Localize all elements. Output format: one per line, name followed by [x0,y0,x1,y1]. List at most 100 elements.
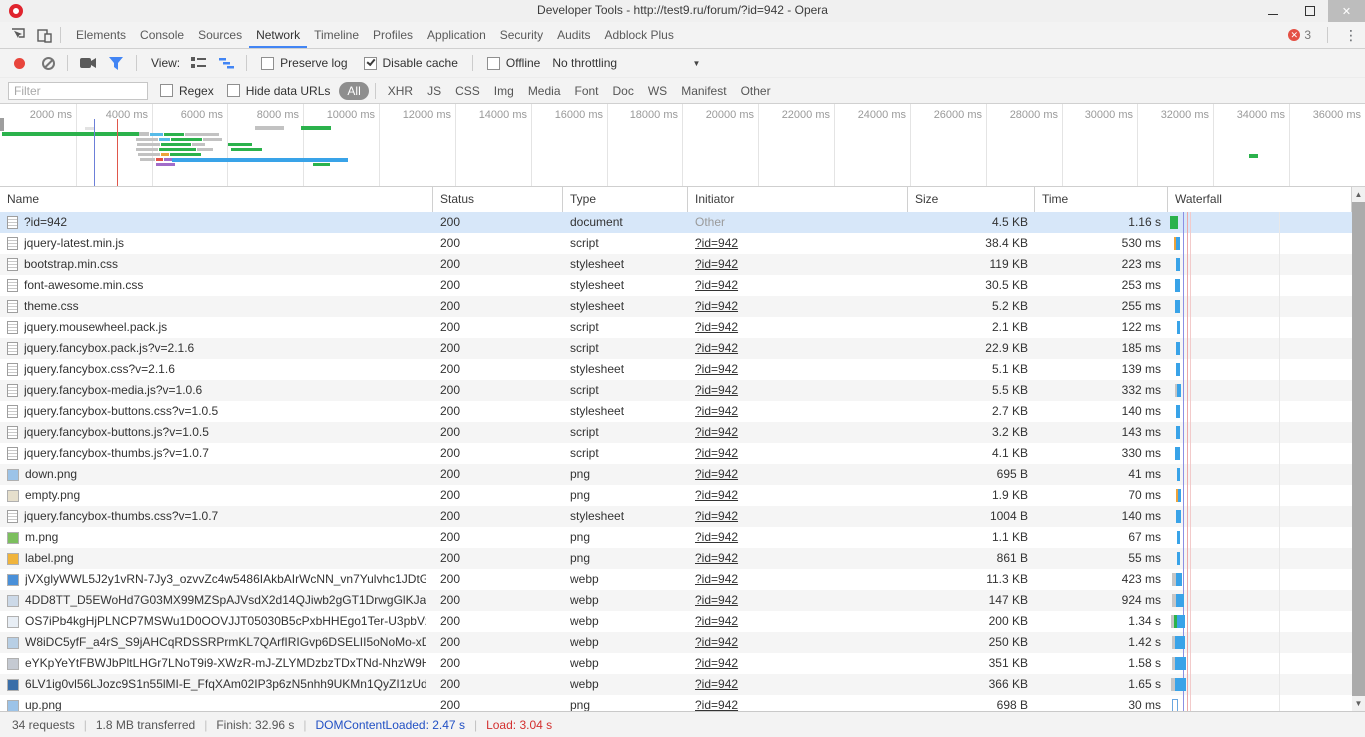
vertical-scrollbar[interactable]: ▲ ▼ [1352,187,1365,711]
filter-type-css[interactable]: CSS [448,84,487,98]
filter-funnel-icon[interactable] [108,55,124,71]
table-row[interactable]: jquery.fancybox-buttons.css?v=1.0.5200st… [0,401,1365,422]
view-list-icon[interactable] [190,55,206,71]
table-row[interactable]: eYKpYeYtFBWJbPltLHGr7LNoT9i9-XWzR-mJ-ZLY… [0,653,1365,674]
preserve-log-checkbox[interactable]: Preserve log [261,56,347,70]
initiator-link[interactable]: ?id=942 [695,446,738,460]
tab-sources[interactable]: Sources [191,22,249,48]
table-row[interactable]: jquery.fancybox-thumbs.js?v=1.0.7200scri… [0,443,1365,464]
initiator-link[interactable]: ?id=942 [695,278,738,292]
table-row[interactable]: jquery.mousewheel.pack.js200script?id=94… [0,317,1365,338]
initiator-link[interactable]: ?id=942 [695,236,738,250]
column-header-size[interactable]: Size [908,187,1035,212]
filter-type-other[interactable]: Other [734,84,778,98]
table-row[interactable]: m.png200png?id=9421.1 KB67 ms [0,527,1365,548]
screenshot-camera-icon[interactable] [80,55,96,71]
filter-type-font[interactable]: Font [568,84,606,98]
table-row[interactable]: jVXglyWWL5J2y1vRN-7Jy3_ozvvZc4w5486IAkbA… [0,569,1365,590]
filter-type-media[interactable]: Media [521,84,568,98]
tab-profiles[interactable]: Profiles [366,22,420,48]
close-button[interactable]: ✕ [1328,0,1365,22]
initiator-link[interactable]: ?id=942 [695,362,738,376]
filter-type-manifest[interactable]: Manifest [674,84,733,98]
initiator-link[interactable]: ?id=942 [695,530,738,544]
column-header-waterfall[interactable]: Waterfall [1168,187,1352,212]
tab-elements[interactable]: Elements [69,22,133,48]
scroll-up-icon[interactable]: ▲ [1352,187,1365,202]
tab-timeline[interactable]: Timeline [307,22,366,48]
table-row[interactable]: jquery-latest.min.js200script?id=94238.4… [0,233,1365,254]
error-badge-icon[interactable]: ✕ [1288,29,1300,41]
offline-checkbox[interactable]: Offline [487,56,540,70]
initiator-link[interactable]: ?id=942 [695,425,738,439]
initiator-link[interactable]: ?id=942 [695,572,738,586]
tab-security[interactable]: Security [493,22,550,48]
table-row[interactable]: font-awesome.min.css200stylesheet?id=942… [0,275,1365,296]
table-row[interactable]: jquery.fancybox-media.js?v=1.0.6200scrip… [0,380,1365,401]
menu-kebab-icon[interactable]: ⋮ [1344,27,1357,44]
column-header-time[interactable]: Time [1035,187,1168,212]
filter-input[interactable] [8,82,148,100]
minimize-button[interactable] [1254,0,1291,22]
table-row[interactable]: 4DD8TT_D5EWoHd7G03MX99MZSpAJVsdX2d14QJiw… [0,590,1365,611]
tab-audits[interactable]: Audits [550,22,597,48]
initiator-link[interactable]: ?id=942 [695,551,738,565]
table-row[interactable]: label.png200png?id=942861 B55 ms [0,548,1365,569]
tab-network[interactable]: Network [249,22,307,48]
initiator-link[interactable]: ?id=942 [695,299,738,313]
network-overview-timeline[interactable]: 2000 ms4000 ms6000 ms8000 ms10000 ms1200… [0,104,1365,187]
filter-type-xhr[interactable]: XHR [381,84,420,98]
table-row[interactable]: bootstrap.min.css200stylesheet?id=942119… [0,254,1365,275]
table-row[interactable]: down.png200png?id=942695 B41 ms [0,464,1365,485]
table-row[interactable]: W8iDC5yfF_a4rS_S9jAHCqRDSSRPrmKL7QArfIRI… [0,632,1365,653]
table-row[interactable]: empty.png200png?id=9421.9 KB70 ms [0,485,1365,506]
initiator-link[interactable]: ?id=942 [695,341,738,355]
record-button[interactable] [14,58,25,69]
filter-type-img[interactable]: Img [487,84,521,98]
initiator-link[interactable]: ?id=942 [695,656,738,670]
inspect-element-icon[interactable] [10,27,26,43]
tab-application[interactable]: Application [420,22,493,48]
table-row[interactable]: OS7iPb4kgHjPLNCP7MSWu1D0OOVJJT05030B5cPx… [0,611,1365,632]
table-row[interactable]: theme.css200stylesheet?id=9425.2 KB255 m… [0,296,1365,317]
initiator-link[interactable]: ?id=942 [695,488,738,502]
initiator-link[interactable]: ?id=942 [695,593,738,607]
filter-type-doc[interactable]: Doc [606,84,641,98]
table-row[interactable]: ?id=942200documentOther4.5 KB1.16 s [0,212,1365,233]
initiator-link[interactable]: ?id=942 [695,509,738,523]
table-row[interactable]: 6LV1ig0vl56LJozc9S1n55lMI-E_FfqXAm02IP3p… [0,674,1365,695]
filter-type-js[interactable]: JS [420,84,448,98]
table-row[interactable]: jquery.fancybox-buttons.js?v=1.0.5200scr… [0,422,1365,443]
device-toolbar-icon[interactable] [36,27,52,43]
initiator-link[interactable]: ?id=942 [695,320,738,334]
initiator-link[interactable]: ?id=942 [695,257,738,271]
restore-button[interactable] [1291,0,1328,22]
initiator-link[interactable]: ?id=942 [695,635,738,649]
hide-data-urls-checkbox[interactable]: Hide data URLs [227,84,331,98]
filter-type-all[interactable]: All [339,82,368,100]
initiator-link[interactable]: ?id=942 [695,614,738,628]
table-row[interactable]: jquery.fancybox.css?v=2.1.6200stylesheet… [0,359,1365,380]
filter-type-ws[interactable]: WS [641,84,674,98]
initiator-link[interactable]: ?id=942 [695,677,738,691]
throttling-dropdown[interactable]: No throttling ▼ [552,56,700,70]
scrollbar-thumb[interactable] [1352,202,1365,696]
view-waterfall-icon[interactable] [218,55,234,71]
tab-adblock-plus[interactable]: Adblock Plus [597,22,680,48]
initiator-link[interactable]: ?id=942 [695,404,738,418]
initiator-link[interactable]: ?id=942 [695,698,738,711]
column-header-status[interactable]: Status [433,187,563,212]
table-row[interactable]: jquery.fancybox.pack.js?v=2.1.6200script… [0,338,1365,359]
table-row[interactable]: jquery.fancybox-thumbs.css?v=1.0.7200sty… [0,506,1365,527]
scroll-down-icon[interactable]: ▼ [1352,696,1365,711]
disable-cache-checkbox[interactable]: Disable cache [364,56,458,70]
table-row[interactable]: up.png200png?id=942698 B30 ms [0,695,1365,711]
column-header-name[interactable]: Name [0,187,433,212]
initiator-link[interactable]: ?id=942 [695,383,738,397]
column-header-type[interactable]: Type [563,187,688,212]
initiator-link[interactable]: ?id=942 [695,467,738,481]
regex-checkbox[interactable]: Regex [160,84,214,98]
clear-button[interactable] [42,57,55,70]
column-header-initiator[interactable]: Initiator [688,187,908,212]
tab-console[interactable]: Console [133,22,191,48]
